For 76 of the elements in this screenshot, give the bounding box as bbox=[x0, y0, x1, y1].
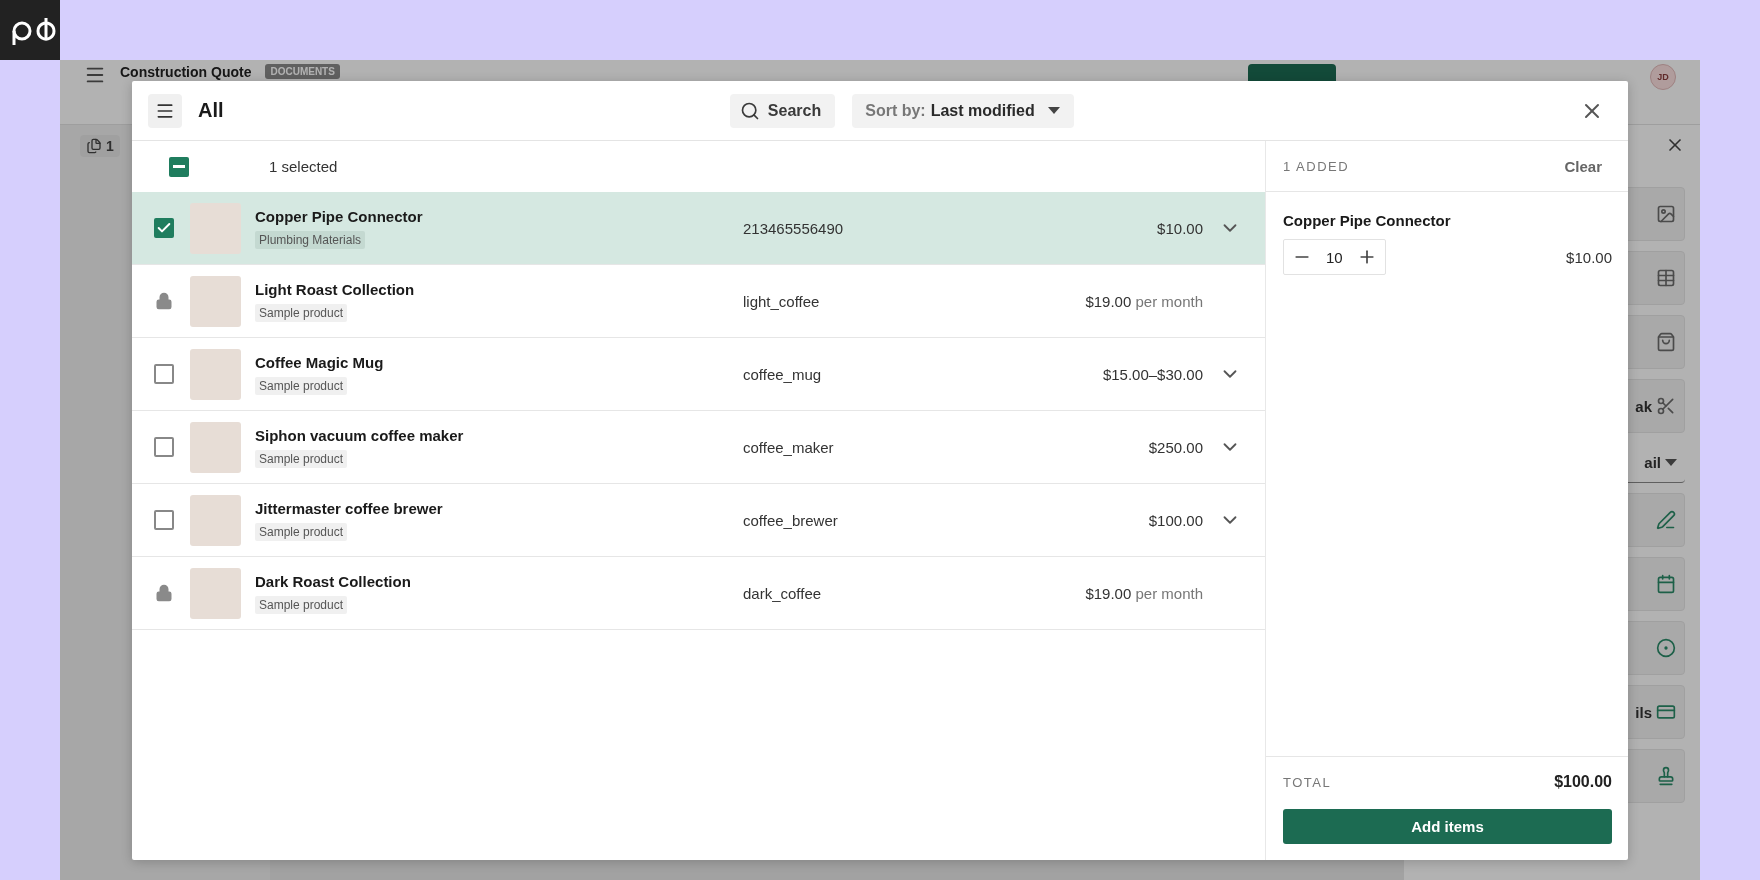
quantity-value: 10 bbox=[1326, 248, 1343, 266]
stamp-icon bbox=[1656, 766, 1676, 786]
product-row[interactable]: Coffee Magic Mug Sample product coffee_mug $15.00–$30.00 bbox=[132, 338, 1265, 411]
product-name: Copper Pipe Connector bbox=[255, 207, 423, 225]
product-name: Coffee Magic Mug bbox=[255, 353, 384, 371]
product-sku: dark_coffee bbox=[743, 584, 823, 602]
photo-placeholder bbox=[190, 421, 241, 473]
product-sku: coffee_maker bbox=[743, 438, 835, 456]
quantity-stepper[interactable]: 10 bbox=[1283, 239, 1386, 275]
caret-icon bbox=[1665, 459, 1677, 466]
product-name: Jittermaster coffee brewer bbox=[255, 499, 443, 517]
product-price: $250.00 bbox=[1147, 438, 1203, 456]
minus-icon bbox=[173, 165, 185, 168]
product-sku: light_coffee bbox=[743, 292, 821, 310]
card-icon bbox=[1656, 702, 1676, 722]
radio-icon bbox=[1656, 638, 1676, 658]
search-button[interactable]: Search bbox=[729, 93, 836, 128]
bag-icon bbox=[1656, 332, 1676, 352]
total-label: TOTAL bbox=[1283, 774, 1332, 790]
category-tag: Sample product bbox=[255, 449, 348, 468]
row-checkbox[interactable] bbox=[154, 510, 174, 530]
user-avatar[interactable]: JD bbox=[1650, 64, 1676, 90]
select-all-checkbox[interactable] bbox=[169, 156, 189, 177]
table-icon bbox=[1656, 268, 1676, 288]
cart-item-price: $10.00 bbox=[1566, 248, 1612, 266]
added-count: 1 ADDED bbox=[1283, 158, 1350, 174]
product-row[interactable]: Siphon vacuum coffee maker Sample product coffee_maker $250.00 bbox=[132, 411, 1265, 484]
product-price: $19.00 per month bbox=[1084, 292, 1203, 310]
documents-badge: DOCUMENTS bbox=[265, 64, 340, 79]
category-tag: Sample product bbox=[255, 522, 348, 541]
calendar-icon bbox=[1656, 574, 1676, 594]
photo-placeholder bbox=[190, 494, 241, 546]
card-label: ak bbox=[1635, 397, 1652, 415]
scissors-icon bbox=[1656, 396, 1676, 416]
row-checkbox[interactable] bbox=[154, 218, 174, 238]
product-name: Light Roast Collection bbox=[255, 280, 415, 298]
product-row[interactable]: Light Roast Collection Sample product light_coffee $19.00 per month bbox=[132, 265, 1265, 338]
logo-icon bbox=[0, 0, 60, 60]
card-label: ils bbox=[1635, 703, 1652, 721]
pen-icon bbox=[1656, 510, 1676, 530]
row-checkbox[interactable] bbox=[154, 437, 174, 457]
product-row[interactable]: Copper Pipe Connector Plumbing Materials 213465556490 $10.00 bbox=[132, 192, 1265, 265]
product-price: $19.00 per month bbox=[1084, 584, 1203, 602]
category-tag: Sample product bbox=[255, 303, 348, 322]
document-title: Construction Quote bbox=[120, 64, 252, 80]
pages-icon bbox=[86, 138, 102, 154]
product-name: Dark Roast Collection bbox=[255, 572, 411, 590]
product-sku: coffee_brewer bbox=[743, 511, 839, 529]
cart-item-name: Copper Pipe Connector bbox=[1283, 212, 1452, 229]
product-row[interactable]: Dark Roast Collection Sample product dark_coffee $19.00 per month bbox=[132, 557, 1265, 630]
photo-placeholder bbox=[190, 275, 241, 327]
row-checkbox[interactable] bbox=[154, 364, 174, 384]
category-tag: Sample product bbox=[255, 376, 348, 395]
product-sku: coffee_mug bbox=[743, 365, 823, 383]
category-tag: Sample product bbox=[255, 595, 348, 614]
product-price: $10.00 bbox=[1156, 219, 1203, 237]
dialog-title: All bbox=[198, 99, 224, 122]
card-label: ail bbox=[1644, 454, 1661, 471]
product-price: $15.00–$30.00 bbox=[1101, 365, 1203, 383]
photo-placeholder bbox=[190, 567, 241, 619]
product-name: Siphon vacuum coffee maker bbox=[255, 426, 464, 444]
selected-count: 1 selected bbox=[269, 158, 338, 175]
photo-placeholder bbox=[190, 348, 241, 400]
category-tag: Plumbing Materials bbox=[255, 230, 366, 249]
product-price: $100.00 bbox=[1147, 511, 1203, 529]
sort-dropdown[interactable]: Sort by: Last modified bbox=[852, 93, 1074, 128]
total-value: $100.00 bbox=[1554, 773, 1612, 791]
page-count[interactable]: 1 bbox=[80, 135, 120, 157]
image-icon bbox=[1656, 204, 1676, 224]
add-items-button[interactable]: Add items bbox=[1283, 809, 1612, 844]
product-row[interactable]: Jittermaster coffee brewer Sample product coffee_brewer $100.00 bbox=[132, 484, 1265, 557]
caret-icon bbox=[1047, 107, 1060, 114]
product-sku: 213465556490 bbox=[743, 219, 845, 237]
search-icon bbox=[739, 100, 760, 121]
menu-button[interactable] bbox=[148, 93, 182, 128]
clear-button[interactable]: Clear bbox=[1564, 157, 1602, 175]
